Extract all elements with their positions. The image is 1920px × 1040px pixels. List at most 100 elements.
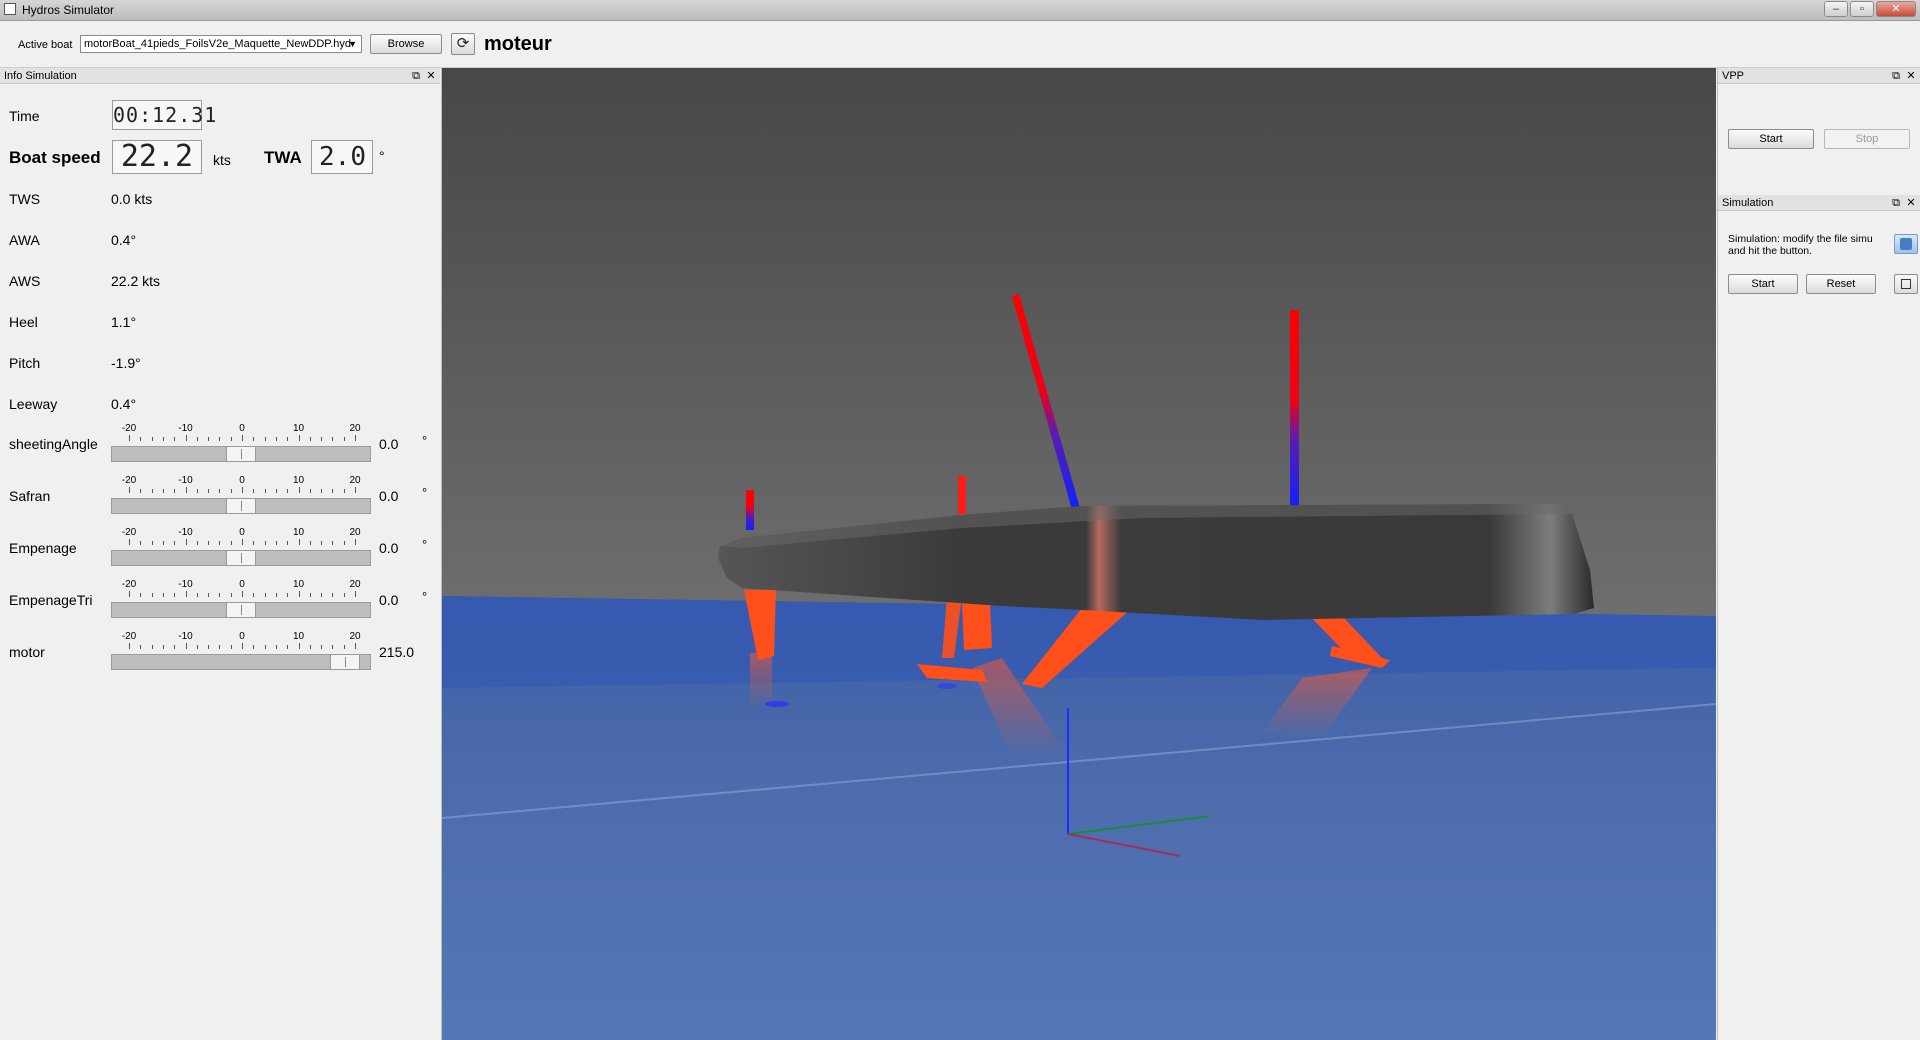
slider-tick [230,489,232,493]
simulation-reset-button[interactable]: Reset [1806,274,1876,294]
slider-tick-label: 10 [292,475,305,486]
slider-tick [298,591,300,597]
slider-tick [140,437,142,441]
mode-title: moteur [484,33,552,55]
slider-tick [219,541,221,545]
slider-tick [174,541,176,545]
vpp-start-button[interactable]: Start [1728,129,1814,149]
slider-value: 215.0 [379,644,415,660]
slider-tick [219,645,221,649]
slider-row: EmpenageTri -20 -10 0 10 20 0.0 ° [0,579,441,629]
time-display: 00:12.31 [112,100,216,130]
slider-tick-label: -20 [121,579,137,590]
float-icon[interactable]: ⧉ [410,68,422,84]
slider-row: Empenage -20 -10 0 10 20 0.0 ° [0,527,441,577]
slider-tick [242,643,243,649]
refresh-icon: ⟳ [456,35,470,52]
slider-tick [162,541,164,545]
slider-tick [242,487,243,493]
slider-tick [140,593,142,597]
slider-tick [208,645,210,649]
slider-tick [321,593,323,597]
slider-tick [355,591,356,597]
slider-scale: -20 -10 0 10 20 [112,631,372,651]
slider-tick [287,437,289,441]
slider-tick-label: 20 [349,475,361,486]
slider-scale: -20 -10 0 10 20 [112,423,372,443]
slider-tick [151,593,153,597]
slider-tick [185,643,187,649]
slider-handle[interactable] [226,602,256,618]
slider-tick [298,643,300,649]
slider-tick-label: -20 [121,527,137,538]
slider-tick [287,645,289,649]
slider-tick [196,437,198,441]
info-row-label: Leeway [9,396,58,412]
slider-tick [151,541,153,545]
slider-label: EmpenageTri [9,592,93,608]
simulation-start-button[interactable]: Start [1728,274,1798,294]
float-icon[interactable]: ⧉ [1890,68,1902,84]
slider-tick [129,435,130,441]
minimize-button[interactable]: – [1824,1,1848,17]
slider-tick [298,487,300,493]
slider-tick [332,489,334,493]
right-dock: VPP ⧉ ✕ Start Stop Simulation ⧉ ✕ Simula… [1717,68,1920,1040]
browse-button[interactable]: Browse [370,34,442,54]
save-button[interactable] [1894,274,1918,294]
active-boat-select[interactable]: motorBoat_41pieds_FoilsV2e_Maquette_NewD… [80,35,362,53]
slider-tick [185,591,187,597]
close-icon[interactable]: ✕ [1905,68,1917,84]
slider-tick [174,437,176,441]
close-icon[interactable]: ✕ [1905,195,1917,211]
slider-tick [343,489,345,493]
3d-viewport[interactable] [442,68,1716,1040]
slider-unit: ° [422,433,428,448]
info-row-value: 1.1° [111,314,137,330]
float-icon[interactable]: ⧉ [1890,195,1902,211]
slider-tick-label: 20 [349,527,361,538]
slider-tick [321,541,323,545]
slider-tick [253,437,255,441]
slider-tick [230,541,232,545]
slider-tick [253,645,255,649]
slider-tick-label: -10 [178,475,193,486]
slider-tick [309,437,311,441]
slider-tick [196,593,198,597]
slider-handle[interactable] [226,550,256,566]
slider-handle[interactable] [329,654,360,670]
slider-handle[interactable] [226,446,256,462]
slider-tick [196,541,198,545]
refresh-button[interactable]: ⟳ [451,33,475,55]
slider-unit: ° [422,589,428,604]
slider-scale: -20 -10 0 10 20 [112,475,372,495]
slider-tick [242,591,243,597]
slider-tick [230,437,232,441]
slider-tick-label: 0 [239,423,245,434]
info-simulation-titlebar: Info Simulation ⧉ ✕ [0,68,440,84]
close-icon[interactable]: ✕ [425,68,437,84]
maximize-button[interactable]: ▫ [1850,1,1874,17]
slider-tick [355,435,356,441]
slider-scale: -20 -10 0 10 20 [112,579,372,599]
slider-tick [253,541,255,545]
slider-tick [275,437,277,441]
slider-row: Safran -20 -10 0 10 20 0.0 ° [0,475,441,525]
vpp-stop-button[interactable]: Stop [1824,129,1910,149]
slider-value: 0.0 [379,592,399,608]
slider-tick [253,489,255,493]
slider-tick [230,593,232,597]
slider-tick [208,489,210,493]
slider-tick [355,487,356,493]
edit-file-button[interactable] [1894,234,1918,254]
info-row-value: -1.9° [111,355,141,371]
slider-tick [129,643,130,649]
slider-value: 0.0 [379,540,399,556]
slider-tick [230,645,232,649]
close-window-button[interactable]: ✕ [1876,1,1916,17]
slider-tick [196,489,198,493]
slider-tick-label: 10 [292,579,305,590]
slider-tick [129,487,130,493]
slider-tick [162,437,164,441]
slider-handle[interactable] [226,498,256,514]
